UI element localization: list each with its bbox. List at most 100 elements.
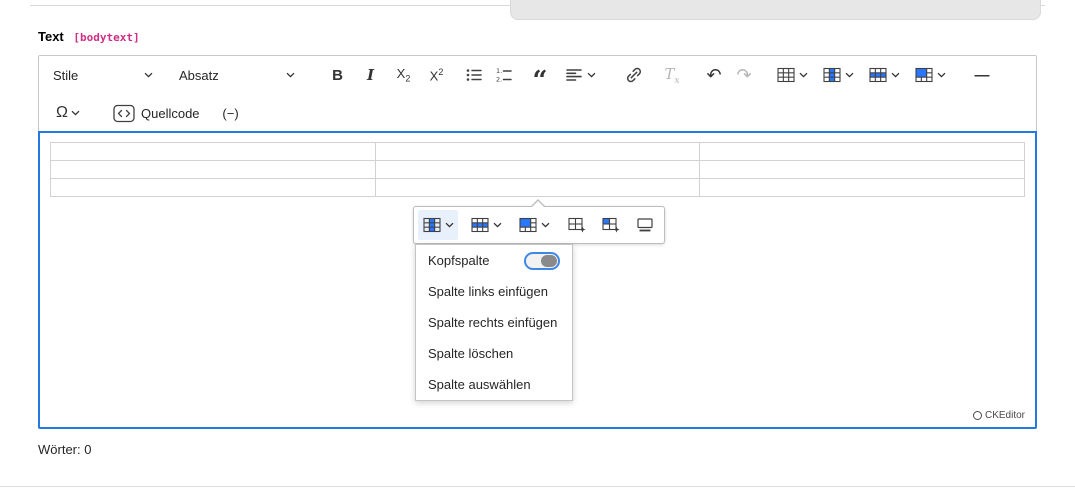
table-column-dropdown[interactable] [815,60,861,90]
chevron-down-icon [541,222,550,228]
block-quote-icon: “ [532,66,548,96]
balloon-table-row-dropdown[interactable] [466,210,506,240]
insert-table-dropdown[interactable] [769,60,815,90]
table-cell[interactable] [374,160,701,179]
source-code-button[interactable]: Quellcode [105,98,208,128]
numbered-list-button[interactable]: 1. 2. [489,60,519,90]
table-column-icon [823,67,841,83]
table-cell[interactable] [699,178,1025,197]
table-cell[interactable] [50,160,376,179]
table-properties-button[interactable] [562,210,592,240]
svg-text:1.: 1. [496,67,502,75]
menu-item-delete-column[interactable]: Spalte löschen [416,338,572,369]
horizontal-line-button[interactable]: — [967,60,997,90]
table-cell[interactable] [374,142,701,161]
table-properties-icon [568,217,586,233]
table-cell[interactable] [50,178,376,197]
toolbar-row-2: Ω Quellcode (−) [39,94,1036,132]
undo-icon: ↶ [706,65,722,85]
undo-button[interactable]: ↶ [699,60,729,90]
soft-hyphen-button[interactable]: (−) [216,98,246,128]
source-code-label: Quellcode [141,105,200,121]
styles-dropdown-label: Stile [53,67,79,83]
table-row-dropdown[interactable] [861,60,907,90]
table-cell[interactable] [50,142,376,161]
chevron-down-icon [799,72,808,78]
table-cell[interactable] [699,160,1025,179]
bold-button[interactable]: B [321,60,354,90]
page-bottom-border [0,486,1075,487]
balloon-arrow [531,200,545,208]
horizontal-line-icon: — [974,66,990,84]
remove-format-icon: Tx [664,64,680,86]
bulleted-list-icon [466,69,482,81]
paragraph-format-dropdown[interactable]: Absatz [171,60,303,90]
menu-item-label: Kopfspalte [428,253,490,268]
table-row-icon [471,217,489,233]
menu-item-label: Spalte rechts einfügen [428,315,558,330]
block-quote-button[interactable]: “ [525,60,555,96]
table-row [50,142,1025,161]
subscript-button[interactable]: X2 [387,60,420,90]
editor-toolbar: Stile Absatz B I X2 X2 1. 2. “ Tx ↶ ↷ — … [38,55,1037,132]
chevron-down-icon [144,72,153,78]
toggle-caption-button[interactable] [630,210,660,240]
header-column-toggle[interactable] [524,251,560,270]
chevron-down-icon [937,72,946,78]
field-label: Text [bodytext] [38,29,140,44]
styles-dropdown[interactable]: Stile [45,60,161,90]
menu-item-select-column[interactable]: Spalte auswählen [416,369,572,400]
chevron-down-icon [445,222,454,228]
chevron-down-icon [587,72,596,78]
menu-item-label: Spalte löschen [428,346,514,361]
soft-hyphen-icon: (−) [222,105,239,121]
table-cell[interactable] [374,178,701,197]
subscript-icon: X2 [396,66,411,84]
menu-item-insert-column-right[interactable]: Spalte rechts einfügen [416,307,572,338]
ckeditor-badge[interactable]: CKEditor [972,410,1025,421]
table-row-icon [869,67,887,83]
bold-icon: B [332,66,343,84]
table-row [50,160,1025,179]
chevron-down-icon [891,72,900,78]
cell-properties-button[interactable] [596,210,626,240]
numbered-list-icon: 1.2. [496,67,512,84]
chevron-down-icon [71,110,80,116]
field-key: [bodytext] [73,31,140,44]
menu-item-header-column[interactable]: Kopfspalte [416,245,572,276]
table-cell[interactable] [699,142,1025,161]
chevron-down-icon [845,72,854,78]
balloon-table-column-dropdown[interactable] [418,210,458,240]
word-count: Wörter: 0 [38,442,91,457]
superscript-button[interactable]: X2 [420,60,453,90]
menu-item-insert-column-left[interactable]: Spalte links einfügen [416,276,572,307]
paragraph-format-label: Absatz [179,67,219,83]
insert-table-icon [777,67,795,83]
special-characters-dropdown[interactable]: Ω [45,98,91,128]
balloon-merge-cells-dropdown[interactable] [514,210,554,240]
table-column-menu: Kopfspalte Spalte links einfügen Spalte … [415,244,573,401]
chevron-down-icon [286,72,295,78]
cell-properties-icon [602,217,620,233]
ckeditor-badge-label: CKEditor [984,410,1025,421]
bulleted-list-button[interactable] [459,60,489,90]
italic-button[interactable]: I [354,60,387,90]
toggle-knob [541,254,557,267]
text-alignment-dropdown[interactable] [557,60,603,90]
table-balloon-toolbar [413,199,665,244]
link-button[interactable] [619,60,649,90]
merge-cells-dropdown[interactable] [907,60,953,90]
table-row [50,178,1025,197]
menu-item-label: Spalte links einfügen [428,284,548,299]
word-count-label: Wörter: 0 [38,442,92,457]
ckeditor-logo-icon [972,411,982,420]
superscript-icon: X2 [429,66,444,84]
omega-icon: Ω [56,104,68,121]
content-table[interactable] [50,142,1025,197]
table-caption-icon [637,218,653,232]
